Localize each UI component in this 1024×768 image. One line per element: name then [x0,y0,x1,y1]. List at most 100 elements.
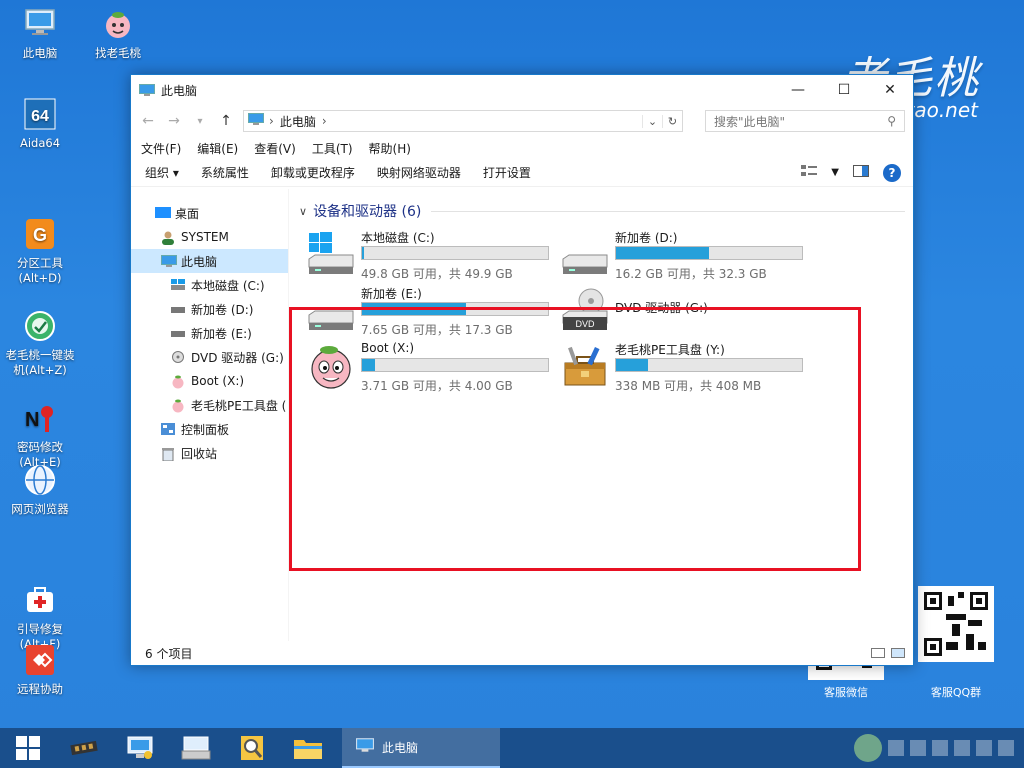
taskbar-memory-tool-icon[interactable] [56,728,112,768]
desktop-icon-find-laomaotao[interactable]: 找老毛桃 [80,8,156,61]
windows-drive-icon [171,279,185,291]
close-button[interactable]: ✕ [867,75,913,105]
up-arrow-icon[interactable]: ↑ [217,113,235,129]
medkit-icon [23,569,57,612]
nav-item-drive-c[interactable]: 本地磁盘 (C:) [131,273,288,297]
nav-item-control-panel[interactable]: 控制面板 [131,417,288,441]
tray-icon[interactable] [976,740,992,756]
details-view-icon[interactable] [871,648,885,658]
menu-help[interactable]: 帮助(H) [369,140,411,157]
organize-button[interactable]: 组织 ▾ [145,164,179,181]
taskbar-search-tool-icon[interactable] [224,728,280,768]
open-settings-button[interactable]: 打开设置 [483,164,531,181]
nav-item-drive-d[interactable]: 新加卷 (D:) [131,297,288,321]
drive-tile-d[interactable]: 新加卷 (D:) 16.2 GB 可用，共 32.3 GB [561,229,811,281]
drive-tile-c[interactable]: 本地磁盘 (C:) 49.8 GB 可用，共 49.9 GB [307,229,557,281]
nav-item-recycle-bin[interactable]: 回收站 [131,441,288,465]
change-view-icon[interactable] [801,165,818,180]
drive-usage-fill [362,359,376,371]
forward-arrow-icon[interactable]: → [165,113,183,129]
breadcrumb-separator-icon: › [321,114,327,128]
navigation-pane: 桌面 SYSTEM 此电脑 本地磁盘 (C:) 新加卷 (D:) 新加卷 (E:… [131,189,289,641]
drive-tile-dvd-g[interactable]: DVD DVD 驱动器 (G:) [561,285,811,337]
tray-icon[interactable] [932,740,948,756]
drive-name: Boot (X:) [361,341,415,355]
password-key-icon: N [23,387,57,432]
menu-file[interactable]: 文件(F) [141,140,181,157]
back-arrow-icon[interactable]: ← [139,113,157,129]
group-header[interactable]: ∨ 设备和驱动器 (6) [299,201,905,221]
recycle-bin-icon [161,447,175,462]
peach-icon [307,343,355,389]
nav-item-system[interactable]: SYSTEM [131,225,288,249]
computer-icon [139,84,155,96]
address-bar[interactable]: › 此电脑 › ⌄ ↻ [243,110,683,132]
title-bar[interactable]: 此电脑 — ☐ ✕ [131,75,913,105]
recent-chevron-icon[interactable]: ▾ [191,116,209,127]
tray-icon[interactable] [888,740,904,756]
address-dropdown-icon[interactable]: ⌄ [642,114,662,128]
taskbar-keyboard-icon[interactable] [168,728,224,768]
help-icon[interactable]: ? [883,163,901,182]
taskbar-file-explorer-icon[interactable] [280,728,336,768]
nav-item-boot-x[interactable]: Boot (X:) [131,369,288,393]
dvd-icon: DVD [561,287,609,333]
tray-icon[interactable] [910,740,926,756]
partition-tool-icon: G [23,203,57,249]
menu-view[interactable]: 查看(V) [254,140,296,157]
command-bar: 组织 ▾ 系统属性 卸载或更改程序 映射网络驱动器 打开设置 ▼ ? [131,159,913,187]
desktop-icon-this-pc[interactable]: 此电脑 [2,8,78,61]
nav-item-label: 桌面 [175,206,200,221]
control-panel-icon [161,423,175,435]
drive-space: 3.71 GB 可用，共 4.00 GB [361,379,513,393]
nav-item-label: 新加卷 (E:) [191,326,252,341]
search-input[interactable]: 搜索"此电脑" ⚲ [705,110,905,132]
svg-text:DVD: DVD [575,319,595,329]
taskbar-app-this-pc[interactable]: 此电脑 [342,728,500,768]
menu-bar: 文件(F) 编辑(E) 查看(V) 工具(T) 帮助(H) [131,137,913,159]
breadcrumb[interactable]: 此电脑 [280,113,316,130]
drive-tile-boot-x[interactable]: Boot (X:) 3.71 GB 可用，共 4.00 GB [307,341,557,393]
computer-icon [161,255,177,267]
collapse-chevron-icon[interactable]: ∨ [299,205,307,218]
desktop-icon-browser[interactable]: 网页浏览器 [2,464,78,517]
explorer-window: 此电脑 — ☐ ✕ ← → ▾ ↑ › 此电脑 › ⌄ ↻ 搜索"此电脑" ⚲ … [130,74,914,666]
desktop-icon-aida64[interactable]: 64 Aida64 [2,98,78,151]
nav-item-drive-e[interactable]: 新加卷 (E:) [131,321,288,345]
peach-icon [101,8,135,42]
system-properties-button[interactable]: 系统属性 [201,164,249,181]
windows-logo-icon [16,736,40,760]
tray-icon[interactable] [954,740,970,756]
install-icon [23,295,57,341]
aida64-icon: 64 [23,98,57,132]
desktop-icon-label: 此电脑 [22,46,58,60]
menu-tools[interactable]: 工具(T) [312,140,353,157]
nav-item-dvd-g[interactable]: DVD 驱动器 (G:) [131,345,288,369]
dvd-icon [171,351,185,363]
tray-icon[interactable] [998,740,1014,756]
nav-item-pe-toolkit-y[interactable]: 老毛桃PE工具盘 ( [131,393,288,417]
view-options-chevron-icon[interactable]: ▼ [831,167,839,178]
start-button[interactable] [0,728,56,768]
map-network-drive-button[interactable]: 映射网络驱动器 [377,164,461,181]
search-placeholder: 搜索"此电脑" [714,114,786,129]
desktop-icon-remote-assist[interactable]: 远程协助 [2,644,78,697]
drive-usage-fill [616,359,648,371]
globe-icon [23,464,57,498]
large-icons-view-icon[interactable] [891,648,905,658]
preview-pane-icon[interactable] [853,165,869,180]
drive-tile-pe-toolkit-y[interactable]: 老毛桃PE工具盘 (Y:) 338 MB 可用，共 408 MB [561,341,811,393]
tray-icon[interactable] [854,734,882,762]
drive-name: 本地磁盘 (C:) [361,231,435,245]
maximize-button[interactable]: ☐ [821,75,867,105]
uninstall-program-button[interactable]: 卸载或更改程序 [271,164,355,181]
menu-edit[interactable]: 编辑(E) [197,140,238,157]
nav-item-desktop[interactable]: 桌面 [131,201,288,225]
drive-icon [307,287,355,333]
nav-item-this-pc[interactable]: 此电脑 [131,249,288,273]
drive-tile-e[interactable]: 新加卷 (E:) 7.65 GB 可用，共 17.3 GB [307,285,557,337]
refresh-icon[interactable]: ↻ [662,114,682,128]
toolbox-icon [561,343,609,389]
minimize-button[interactable]: — [775,75,821,105]
taskbar-network-icon[interactable] [112,728,168,768]
